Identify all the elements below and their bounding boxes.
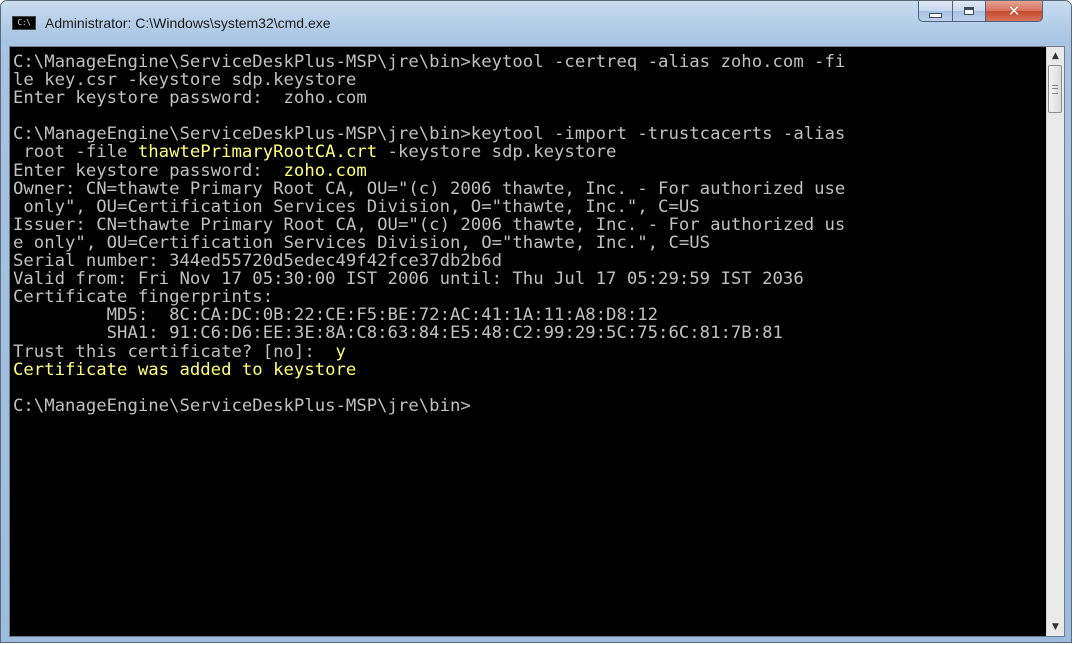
console-line: MD5: 8C:CA:DC:0B:22:CE:F5:BE:72:AC:41:1A… [13, 306, 1046, 324]
console-line: only", OU=Certification Services Divisio… [13, 198, 1046, 216]
title-bar[interactable]: C:\ Administrator: C:\Windows\system32\c… [1, 1, 1071, 45]
console-text: C:\ManageEngine\ServiceDeskPlus-MSP\jre\… [13, 52, 846, 72]
scroll-down-arrow-icon[interactable]: ▼ [1047, 618, 1064, 636]
window-title: Administrator: C:\Windows\system32\cmd.e… [45, 15, 331, 31]
maximize-button[interactable] [952, 1, 986, 22]
scroll-thumb[interactable] [1048, 65, 1062, 113]
console-text: -keystore sdp.keystore [377, 142, 617, 163]
console-text: Valid from: Fri Nov 17 05:30:00 IST 2006… [13, 269, 804, 290]
console-text: Issuer: CN=thawte Primary Root CA, OU="(… [13, 214, 846, 235]
console-line: C:\ManageEngine\ServiceDeskPlus-MSP\jre\… [13, 53, 1046, 71]
console-text: Certificate was added to keystore [13, 359, 357, 380]
console-line: Enter keystore password: zoho.com [13, 89, 1046, 107]
close-icon: ✕ [1007, 2, 1021, 20]
console-line: root -file thawtePrimaryRootCA.crt -keys… [13, 143, 1046, 161]
console-text: Certificate fingerprints: [13, 287, 274, 308]
console-line: SHA1: 91:C6:D6:EE:3E:8A:C8:63:84:E5:48:C… [13, 324, 1046, 342]
scroll-up-arrow-icon[interactable]: ▲ [1047, 47, 1064, 65]
console-text: Trust this certificate? [no]: [13, 341, 336, 362]
console-line: Certificate fingerprints: [13, 288, 1046, 306]
cmd-window: C:\ Administrator: C:\Windows\system32\c… [0, 0, 1072, 643]
console-output[interactable]: C:\ManageEngine\ServiceDeskPlus-MSP\jre\… [10, 47, 1046, 636]
console-text: zoho.com [283, 160, 367, 181]
minimize-icon [929, 12, 942, 18]
console-text: Enter keystore password: zoho.com [13, 88, 367, 109]
console-text: C:\ManageEngine\ServiceDeskPlus-MSP\jre\… [13, 124, 846, 145]
console-text: root -file [13, 142, 138, 163]
console-text: thawtePrimaryRootCA.crt [137, 142, 378, 163]
console-text: SHA1: 91:C6:D6:EE:3E:8A:C8:63:84:E5:48:C… [13, 323, 783, 344]
console-line: e only", OU=Certification Services Divis… [13, 234, 1046, 252]
vertical-scrollbar[interactable]: ▲ ▼ [1046, 47, 1064, 636]
console-text: MD5: 8C:CA:DC:0B:22:CE:F5:BE:72:AC:41:1A… [13, 305, 659, 326]
console-text: only", OU=Certification Services Divisio… [13, 196, 700, 217]
console-text: le key.csr -keystore sdp.keystore [13, 70, 357, 91]
console-line: Enter keystore password: zoho.com [13, 162, 1046, 180]
console-text: Owner: CN=thawte Primary Root CA, OU="(c… [13, 178, 846, 199]
console-text: C:\ManageEngine\ServiceDeskPlus-MSP\jre\… [13, 395, 471, 416]
console-line: le key.csr -keystore sdp.keystore [13, 71, 1046, 89]
maximize-icon [964, 7, 974, 15]
minimize-button[interactable] [918, 1, 953, 22]
cmd-icon[interactable]: C:\ [12, 16, 36, 30]
close-button[interactable]: ✕ [985, 1, 1043, 22]
console-line: C:\ManageEngine\ServiceDeskPlus-MSP\jre\… [13, 397, 1046, 415]
console-line: Trust this certificate? [no]: y [13, 341, 1046, 362]
console-line: C:\ManageEngine\ServiceDeskPlus-MSP\jre\… [13, 125, 1046, 143]
console-line: Owner: CN=thawte Primary Root CA, OU="(c… [13, 180, 1046, 198]
console-line: Valid from: Fri Nov 17 05:30:00 IST 2006… [13, 270, 1046, 288]
console-text: e only", OU=Certification Services Divis… [13, 232, 711, 253]
grip-icon [1052, 84, 1058, 94]
console-text: y [335, 341, 346, 362]
console-text: Enter keystore password: [13, 160, 284, 181]
console-text: Serial number: 344ed55720d5edec49f42fce3… [13, 251, 502, 272]
console-line: Certificate was added to keystore [13, 361, 1046, 379]
console-line: Issuer: CN=thawte Primary Root CA, OU="(… [13, 216, 1046, 234]
console-line: Serial number: 344ed55720d5edec49f42fce3… [13, 252, 1046, 270]
console-client-area: C:\ManageEngine\ServiceDeskPlus-MSP\jre\… [9, 46, 1065, 637]
